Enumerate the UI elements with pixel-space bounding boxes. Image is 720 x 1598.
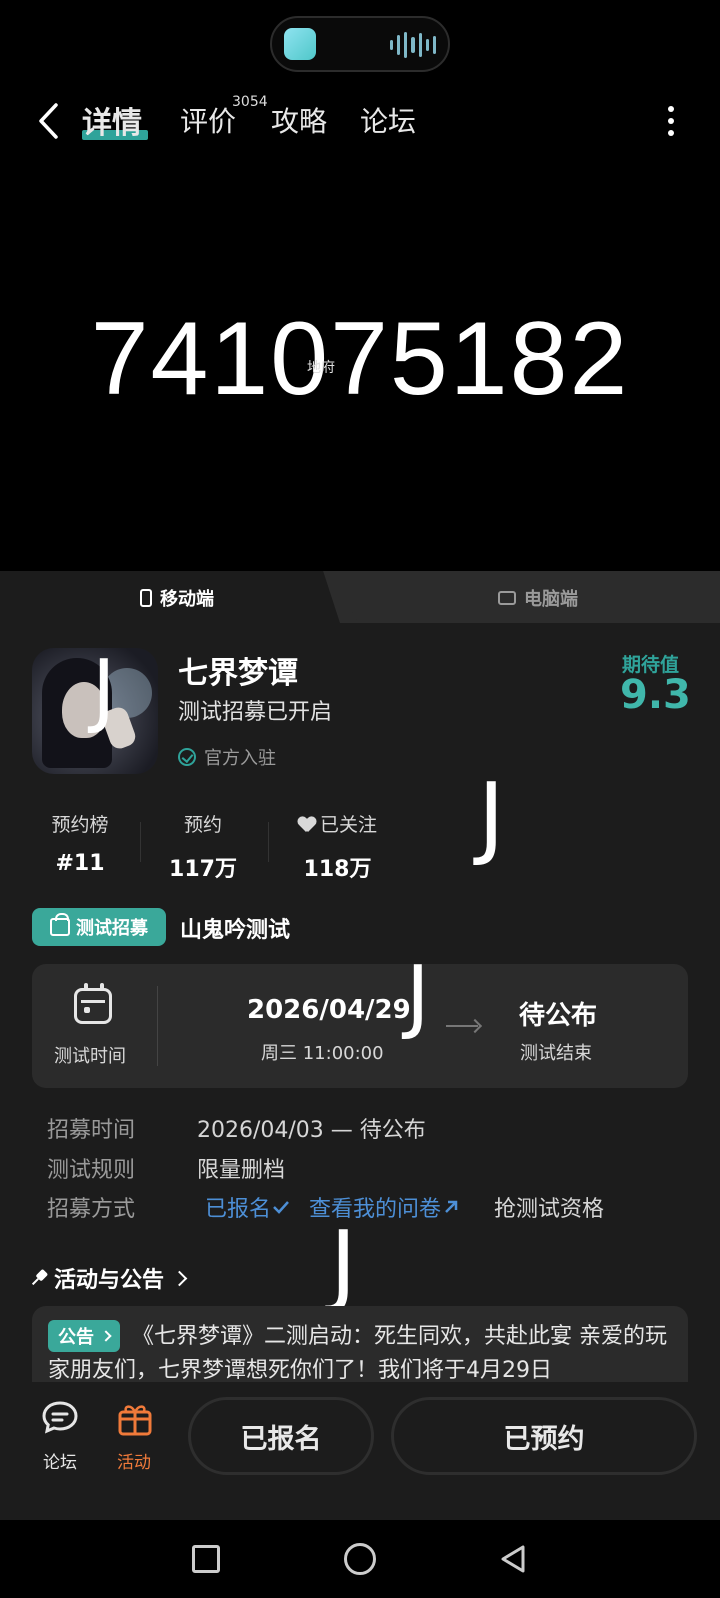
activities-section-header[interactable]: 活动与公告 — [32, 1262, 188, 1294]
card-divider — [157, 986, 158, 1066]
scribble-mark: J — [92, 643, 116, 736]
scribble-mark: J — [406, 949, 430, 1042]
tab-guides[interactable]: 攻略 — [271, 100, 327, 140]
back-triangle-icon[interactable] — [498, 1544, 528, 1574]
reserved-button[interactable]: 已预约 — [391, 1397, 697, 1475]
stat-rank[interactable]: 预约榜 #11 — [40, 810, 120, 876]
stat-rank-label: 预约榜 — [51, 814, 109, 836]
grab-qualification-link[interactable]: 抢测试资格 — [494, 1191, 604, 1223]
notice-tag: 公告 — [48, 1320, 120, 1352]
media-number-text: 741075182 — [90, 301, 630, 417]
heart-icon — [298, 817, 316, 833]
signed-status[interactable]: 已报名 — [205, 1191, 291, 1223]
stat-followed[interactable]: 已关注 118万 — [290, 810, 385, 883]
tab-mobile-label: 移动端 — [160, 589, 214, 610]
stat-divider — [140, 822, 141, 862]
test-recruit-tag-label: 测试招募 — [76, 918, 148, 939]
basket-icon — [50, 913, 70, 936]
back-arrow-icon[interactable] — [36, 102, 62, 140]
home-circle-icon[interactable] — [344, 1543, 376, 1575]
monitor-icon — [498, 591, 516, 605]
check-circle-icon — [178, 748, 196, 766]
tab-forum[interactable]: 论坛 — [360, 100, 416, 140]
recruit-method-label: 招募方式 — [47, 1197, 136, 1222]
stat-reservations-label: 预约 — [183, 814, 222, 836]
tab-mobile[interactable]: 移动端 — [140, 585, 214, 611]
checkmark-icon — [273, 1201, 289, 1214]
test-time-label: 测试时间 — [54, 1046, 126, 1067]
activity-tab-label[interactable]: 活动 — [117, 1448, 151, 1473]
test-start-date: 2026/04/29 — [247, 995, 411, 1025]
notice-text: 《七界梦谭》二测启动：死生同欢，共赴此宴 亲爱的玩家朋友们，七界梦谭想死你们了！… — [48, 1324, 667, 1383]
signed-status-label: 已报名 — [205, 1197, 272, 1222]
gift-icon[interactable] — [116, 1400, 154, 1436]
reviews-count-badge: 3054 — [232, 94, 268, 110]
test-start-time: 周三 11:00:00 — [261, 1043, 384, 1064]
tab-pc[interactable]: 电脑端 — [498, 585, 578, 611]
arrow-right-icon — [446, 1025, 478, 1027]
verified-label: 官方入驻 — [204, 748, 276, 769]
test-rule-label: 测试规则 — [47, 1158, 136, 1183]
tab-details[interactable]: 详情 — [82, 98, 142, 142]
tab-pc-label: 电脑端 — [524, 589, 578, 610]
scribble-mark: J — [478, 764, 505, 869]
stat-reservations-value: 117万 — [169, 857, 237, 882]
chevron-right-icon — [100, 1330, 112, 1342]
official-verified: 官方入驻 — [178, 744, 276, 770]
more-options-icon[interactable] — [666, 106, 676, 136]
view-questionnaire-label: 查看我的问卷 — [309, 1197, 442, 1222]
stat-reservations[interactable]: 预约 117万 — [163, 810, 243, 883]
phone-icon — [140, 589, 152, 607]
tab-reviews[interactable]: 评价 — [180, 100, 236, 140]
recents-square-icon[interactable] — [192, 1545, 220, 1573]
notice-card[interactable]: 《七界梦谭》二测启动：死生同欢，共赴此宴 亲爱的玩家朋友们，七界梦谭想死你们了！… — [32, 1306, 688, 1386]
stat-followed-label: 已关注 — [319, 814, 377, 836]
test-rule-value: 限量删档 — [197, 1158, 286, 1183]
notice-tag-label: 公告 — [58, 1327, 94, 1348]
audio-wave-icon — [390, 32, 436, 58]
calendar-icon — [74, 983, 112, 1024]
chevron-right-icon — [171, 1270, 188, 1286]
dynamic-island — [270, 16, 450, 72]
recruit-time-value: 2026/04/03 — 待公布 — [197, 1118, 426, 1143]
media-watermark: 地府 — [307, 360, 335, 376]
test-end-label: 测试结束 — [520, 1043, 592, 1064]
stat-rank-value: #11 — [55, 851, 105, 876]
activities-title: 活动与公告 — [54, 1268, 165, 1293]
test-recruit-tag: 测试招募 — [32, 908, 166, 946]
pin-icon — [28, 1267, 51, 1290]
forum-chat-icon[interactable] — [41, 1400, 79, 1436]
forum-tab-label[interactable]: 论坛 — [43, 1448, 77, 1473]
expect-score: 9.3 — [620, 672, 691, 718]
stat-followed-value: 118万 — [303, 857, 372, 882]
external-arrow-icon — [445, 1200, 458, 1213]
game-subtitle: 测试招募已开启 — [178, 700, 333, 725]
test-name: 山鬼吟测试 — [180, 918, 291, 943]
game-title: 七界梦谭 — [178, 656, 298, 691]
signed-up-button[interactable]: 已报名 — [188, 1397, 374, 1475]
recruit-time-label: 招募时间 — [47, 1118, 136, 1143]
game-center-icon — [284, 28, 316, 60]
scribble-mark: J — [330, 1212, 357, 1317]
test-end-value: 待公布 — [519, 1001, 598, 1031]
stat-divider — [268, 822, 269, 862]
